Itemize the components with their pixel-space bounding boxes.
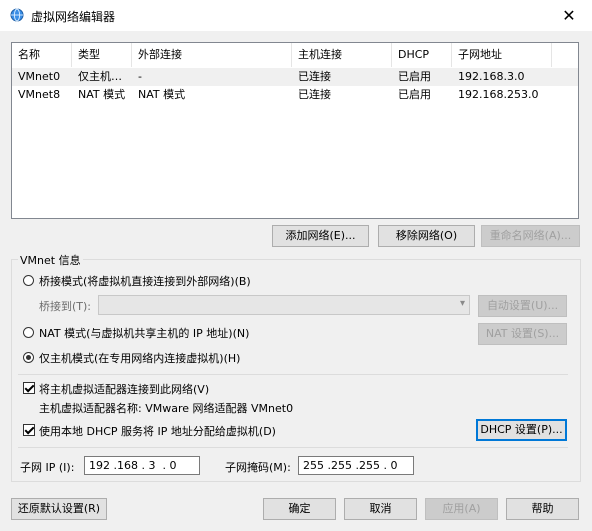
table-row[interactable]: VMnet8 NAT 模式 NAT 模式 已连接 已启用 192.168.253… [12,86,578,104]
nat-mode-label[interactable]: NAT 模式(与虚拟机共享主机的 IP 地址)(N) [39,325,249,341]
vmnet-info-group [11,259,581,482]
column-header-subnet[interactable]: 子网地址 [452,43,552,67]
subnet-mask-field[interactable]: 255 .255 .255 . 0 [298,456,414,475]
ok-button[interactable]: 确定 [263,498,336,520]
bridged-mode-radio[interactable] [23,275,34,286]
use-dhcp-label[interactable]: 使用本地 DHCP 服务将 IP 地址分配给虚拟机(D) [39,423,276,439]
nat-mode-radio[interactable] [23,327,34,338]
table-cell: 192.168.253.0 [458,88,539,101]
vmnet-info-title: VMnet 信息 [18,252,83,268]
column-header-type[interactable]: 类型 [72,43,132,67]
table-cell: 192.168.3.0 [458,70,525,83]
globe-network-icon [10,8,24,22]
rename-network-button[interactable]: 重命名网络(A)... [481,225,580,247]
bridged-to-label: 桥接到(T): [39,300,92,313]
table-header: 名称 类型 外部连接 主机连接 DHCP 子网地址 [12,43,578,67]
host-only-mode-radio[interactable] [23,352,34,363]
table-cell: 已启用 [398,88,431,101]
subnet-ip-field[interactable]: 192 .168 . 3 . 0 [84,456,200,475]
column-header-external[interactable]: 外部连接 [132,43,292,67]
remove-network-button[interactable]: 移除网络(O) [378,225,475,247]
column-header-dhcp[interactable]: DHCP [392,43,452,67]
subnet-ip-label: 子网 IP (I): [20,461,75,474]
subnet-mask-label: 子网掩码(M): [225,461,291,474]
table-cell: 已连接 [298,70,331,83]
column-header-name[interactable]: 名称 [12,43,72,67]
table-row[interactable]: VMnet0 仅主机… - 已连接 已启用 192.168.3.0 [12,68,578,86]
divider [18,447,568,448]
table-cell: 仅主机… [78,70,122,83]
adapter-name-text: 主机虚拟适配器名称: VMware 网络适配器 VMnet0 [39,402,294,415]
auto-settings-button[interactable]: 自动设置(U)... [478,295,567,317]
bridged-to-select[interactable]: ▾ [98,295,470,315]
table-cell: VMnet8 [18,88,61,101]
table-cell: 已启用 [398,70,431,83]
cancel-button[interactable]: 取消 [344,498,417,520]
table-cell: - [138,70,142,83]
divider [18,374,568,375]
title-bar: 虚拟网络编辑器 ✕ [0,0,592,31]
nat-settings-button[interactable]: NAT 设置(S)... [478,323,567,345]
table-cell: NAT 模式 [78,88,126,101]
apply-button[interactable]: 应用(A) [425,498,498,520]
close-icon: ✕ [562,6,576,25]
network-table[interactable]: 名称 类型 外部连接 主机连接 DHCP 子网地址 VMnet0 仅主机… - … [11,42,579,219]
add-network-button[interactable]: 添加网络(E)... [272,225,369,247]
bridged-mode-label[interactable]: 桥接模式(将虚拟机直接连接到外部网络)(B) [39,273,251,289]
use-dhcp-checkbox[interactable] [23,424,35,436]
connect-adapter-checkbox[interactable] [23,382,35,394]
dhcp-settings-button[interactable]: DHCP 设置(P)... [476,419,567,441]
restore-defaults-button[interactable]: 还原默认设置(R) [11,498,107,520]
table-cell: NAT 模式 [138,88,186,101]
chevron-down-icon: ▾ [459,298,465,309]
connect-adapter-label[interactable]: 将主机虚拟适配器连接到此网络(V) [39,381,209,397]
table-cell: 已连接 [298,88,331,101]
table-cell: VMnet0 [18,70,61,83]
window-title: 虚拟网络编辑器 [31,10,116,24]
help-button[interactable]: 帮助 [506,498,579,520]
column-header-host[interactable]: 主机连接 [292,43,392,67]
host-only-mode-label[interactable]: 仅主机模式(在专用网络内连接虚拟机)(H) [39,350,240,366]
close-button[interactable]: ✕ [546,0,592,31]
